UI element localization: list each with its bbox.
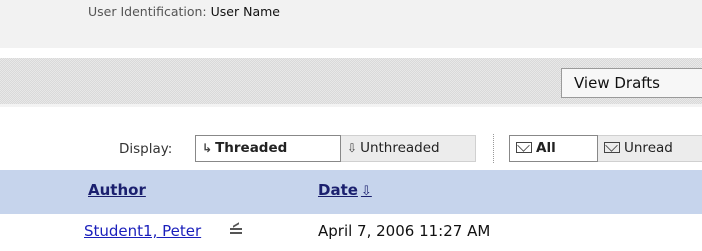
author-link[interactable]: Student1, Peter — [84, 222, 201, 240]
table-row: Student1, Peter April 7, 2006 11:27 AM — [0, 214, 702, 251]
view-drafts-button[interactable]: View Drafts — [561, 68, 702, 98]
threaded-arrow-icon: ↳ — [202, 141, 213, 155]
display-label: Display: — [119, 141, 173, 157]
user-identification: User Identification: User Name — [88, 4, 280, 19]
author-column-header[interactable]: Author — [88, 181, 146, 199]
all-label: All — [536, 140, 556, 156]
envelope-icon — [604, 142, 620, 153]
date-column-header[interactable]: Date ⇩ — [318, 181, 372, 199]
threaded-view-button[interactable]: ↳ Threaded — [195, 135, 341, 162]
toolbar-divider — [493, 134, 494, 163]
toolbar-separator — [0, 104, 702, 107]
unread-label: Unread — [624, 140, 673, 156]
user-identification-panel: User Identification: User Name — [0, 0, 702, 48]
display-options-bar: Display: ↳ Threaded ⇩ Unthreaded All Unrea… — [0, 130, 702, 164]
row-menu-icon[interactable] — [230, 222, 242, 238]
threaded-label: Threaded — [215, 140, 288, 156]
table-header: Author Date ⇩ — [0, 170, 702, 214]
unthreaded-view-button[interactable]: ⇩ Unthreaded — [341, 135, 476, 162]
envelope-open-icon — [516, 142, 532, 153]
down-arrow-icon: ⇩ — [347, 141, 358, 155]
unthreaded-label: Unthreaded — [360, 140, 440, 156]
sort-down-arrow-icon: ⇩ — [360, 184, 372, 199]
date-cell: April 7, 2006 11:27 AM — [318, 222, 491, 240]
author-column-label: Author — [88, 181, 146, 199]
show-all-button[interactable]: All — [509, 135, 598, 162]
date-column-label: Date — [318, 181, 358, 199]
user-identification-label: User Identification: — [88, 4, 207, 19]
user-name-value: User Name — [210, 4, 280, 19]
show-unread-button[interactable]: Unread — [598, 135, 702, 162]
